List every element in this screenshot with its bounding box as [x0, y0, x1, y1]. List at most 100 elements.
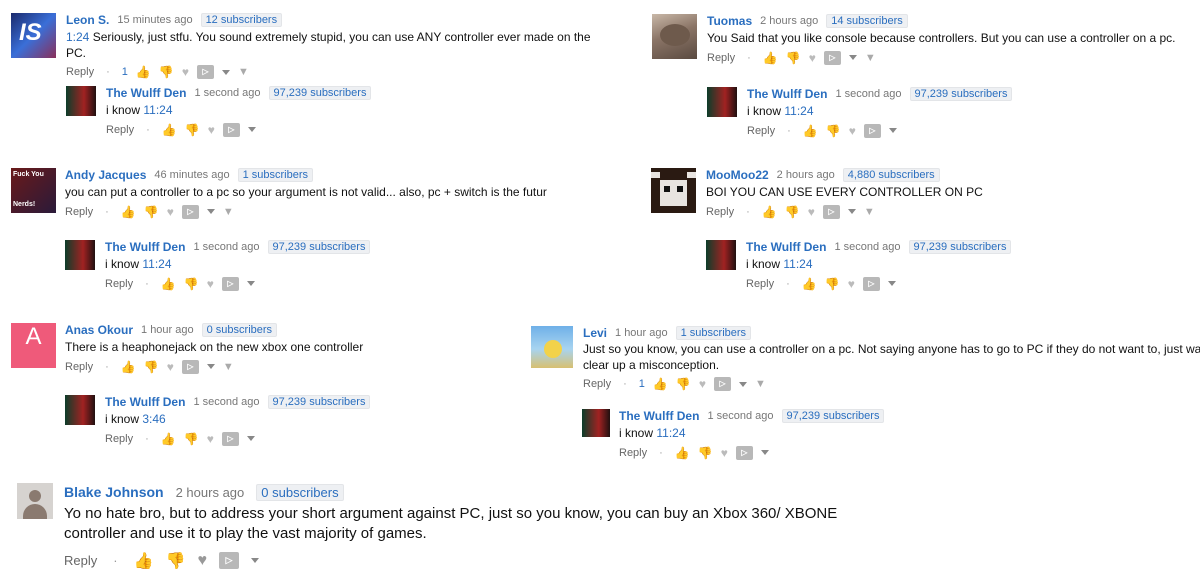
thumbs-up-icon[interactable]: 👍 [121, 360, 136, 374]
caret-down-icon[interactable] [246, 281, 255, 287]
heart-icon[interactable]: ♥ [207, 277, 214, 291]
thumbs-down-icon[interactable]: 👎 [144, 360, 159, 374]
author-name[interactable]: Tuomas [707, 14, 752, 28]
caret-down-icon[interactable] [888, 128, 897, 134]
avatar[interactable] [582, 409, 610, 437]
comment-time[interactable]: 46 minutes ago [154, 169, 229, 181]
share-icon[interactable]: ▷ [218, 552, 239, 569]
thumbs-down-icon[interactable]: 👎 [786, 51, 801, 65]
author-name[interactable]: The Wulff Den [746, 240, 826, 254]
reply-button[interactable]: Reply [707, 52, 735, 64]
comment-time[interactable]: 2 hours ago [176, 485, 245, 500]
reply-button[interactable]: Reply [105, 433, 133, 445]
share-icon[interactable]: ▷ [222, 122, 240, 137]
pin-icon[interactable]: ▼ [865, 52, 876, 64]
avatar[interactable] [17, 483, 53, 519]
author-name[interactable]: The Wulff Den [747, 87, 827, 101]
heart-icon[interactable]: ♥ [721, 446, 728, 460]
heart-icon[interactable]: ♥ [848, 277, 855, 291]
heart-icon[interactable]: ♥ [208, 123, 215, 137]
author-name[interactable]: The Wulff Den [106, 86, 186, 100]
avatar[interactable] [652, 14, 697, 59]
thumbs-up-icon[interactable]: 👍 [762, 205, 777, 219]
share-icon[interactable]: ▷ [735, 445, 753, 460]
avatar[interactable] [707, 87, 737, 117]
reply-button[interactable]: Reply [65, 361, 93, 373]
comment-time[interactable]: 1 second ago [193, 241, 259, 253]
reply-button[interactable]: Reply [65, 206, 93, 218]
share-icon[interactable]: ▷ [221, 276, 239, 291]
thumbs-up-icon[interactable]: 👍 [803, 124, 818, 138]
thumbs-up-icon[interactable]: 👍 [653, 377, 668, 391]
thumbs-up-icon[interactable]: 👍 [161, 432, 176, 446]
author-name[interactable]: MooMoo22 [706, 168, 769, 182]
caret-down-icon[interactable] [246, 436, 255, 442]
comment-time[interactable]: 1 second ago [194, 87, 260, 99]
pin-icon[interactable]: ▼ [223, 361, 234, 373]
comment-time[interactable]: 1 second ago [193, 396, 259, 408]
reply-button[interactable]: Reply [747, 125, 775, 137]
heart-icon[interactable]: ♥ [699, 377, 706, 391]
reply-button[interactable]: Reply [106, 124, 134, 136]
avatar[interactable] [651, 168, 696, 213]
author-name[interactable]: Leon S. [66, 13, 109, 27]
caret-down-icon[interactable] [221, 69, 230, 75]
timestamp-link[interactable]: 11:24 [142, 257, 171, 271]
share-icon[interactable]: ▷ [823, 50, 841, 65]
heart-icon[interactable]: ♥ [182, 65, 189, 79]
thumbs-down-icon[interactable]: 👎 [676, 377, 691, 391]
share-icon[interactable]: ▷ [221, 431, 239, 446]
thumbs-up-icon[interactable]: 👍 [161, 277, 176, 291]
thumbs-up-icon[interactable]: 👍 [675, 446, 690, 460]
reply-button[interactable]: Reply [105, 278, 133, 290]
pin-icon[interactable]: ▼ [223, 206, 234, 218]
comment-time[interactable]: 1 hour ago [141, 324, 194, 336]
heart-icon[interactable]: ♥ [167, 205, 174, 219]
thumbs-down-icon[interactable]: 👎 [698, 446, 713, 460]
thumbs-up-icon[interactable]: 👍 [136, 65, 151, 79]
author-name[interactable]: Andy Jacques [65, 168, 146, 182]
avatar[interactable] [531, 326, 573, 368]
heart-icon[interactable]: ♥ [808, 205, 815, 219]
comment-time[interactable]: 1 second ago [834, 241, 900, 253]
thumbs-up-icon[interactable]: 👍 [134, 551, 154, 571]
heart-icon[interactable]: ♥ [207, 432, 214, 446]
pin-icon[interactable]: ▼ [755, 378, 766, 390]
reply-button[interactable]: Reply [583, 378, 611, 390]
avatar[interactable]: Fuck You Nerds! [11, 168, 56, 213]
reply-button[interactable]: Reply [66, 66, 94, 78]
comment-time[interactable]: 2 hours ago [760, 15, 818, 27]
avatar[interactable]: IS [11, 13, 56, 58]
caret-down-icon[interactable] [206, 364, 215, 370]
comment-time[interactable]: 1 hour ago [615, 327, 668, 339]
thumbs-down-icon[interactable]: 👎 [159, 65, 174, 79]
share-icon[interactable]: ▷ [822, 204, 840, 219]
share-icon[interactable]: ▷ [196, 65, 214, 80]
heart-icon[interactable]: ♥ [197, 552, 207, 570]
avatar[interactable] [65, 395, 95, 425]
caret-down-icon[interactable] [848, 55, 857, 61]
comment-time[interactable]: 2 hours ago [777, 169, 835, 181]
caret-down-icon[interactable] [206, 209, 215, 215]
heart-icon[interactable]: ♥ [849, 124, 856, 138]
caret-down-icon[interactable] [887, 281, 896, 287]
thumbs-down-icon[interactable]: 👎 [825, 277, 840, 291]
timestamp-link[interactable]: 3:46 [142, 412, 165, 426]
author-name[interactable]: Anas Okour [65, 323, 133, 337]
avatar[interactable] [66, 86, 96, 116]
reply-button[interactable]: Reply [746, 278, 774, 290]
caret-down-icon[interactable] [738, 381, 747, 387]
timestamp-link[interactable]: 11:24 [143, 103, 172, 117]
thumbs-up-icon[interactable]: 👍 [121, 205, 136, 219]
author-name[interactable]: The Wulff Den [105, 240, 185, 254]
thumbs-up-icon[interactable]: 👍 [802, 277, 817, 291]
heart-icon[interactable]: ♥ [809, 51, 816, 65]
timestamp-link[interactable]: 1:24 [66, 30, 89, 44]
share-icon[interactable]: ▷ [181, 359, 199, 374]
thumbs-down-icon[interactable]: 👎 [184, 432, 199, 446]
thumbs-down-icon[interactable]: 👎 [826, 124, 841, 138]
avatar[interactable]: A [11, 323, 56, 368]
author-name[interactable]: The Wulff Den [619, 409, 699, 423]
share-icon[interactable]: ▷ [181, 204, 199, 219]
thumbs-up-icon[interactable]: 👍 [763, 51, 778, 65]
